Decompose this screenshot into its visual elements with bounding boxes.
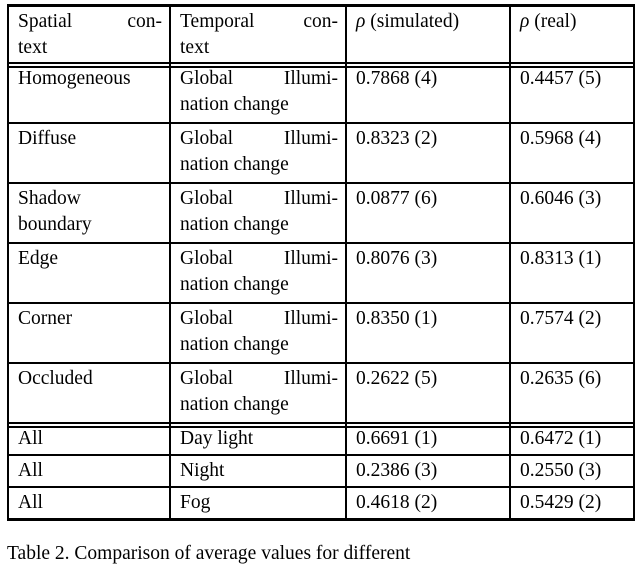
spatial-line-1: Occluded xyxy=(18,368,93,390)
temporal-word-2: Illumi- xyxy=(283,248,338,270)
rho-symbol-simulated: ρ xyxy=(356,11,366,32)
cell-rho-simulated: 0.7868 (4) xyxy=(345,62,511,124)
temporal-line-2: nation change xyxy=(180,394,289,416)
table-body: Homogeneous Global Illumi- nation change … xyxy=(7,62,635,521)
temporal-word-2: Illumi- xyxy=(283,368,338,390)
cell-spatial-context: Homogeneous xyxy=(7,62,171,124)
temporal-line-2: nation change xyxy=(180,154,289,176)
table-row: Edge Global Illumi- nation change 0.8076 … xyxy=(7,242,635,304)
cell-rho-real: 0.7574 (2) xyxy=(509,302,635,364)
temporal-word-2: Illumi- xyxy=(283,68,338,90)
cell-rho-real: 0.5968 (4) xyxy=(509,122,635,184)
spatial-line-1: Homogeneous xyxy=(18,68,131,90)
table-row: Shadow boundary Global Illumi- nation cha… xyxy=(7,182,635,244)
table-row: Diffuse Global Illumi- nation change 0.83… xyxy=(7,122,635,184)
table-header: Spatial con- text Temporal con- text ρ (si… xyxy=(7,4,635,64)
results-table-container: Spatial con- text Temporal con- text ρ (si… xyxy=(7,4,635,521)
cell-rho-real: 0.6472 (1) xyxy=(509,422,635,456)
cell-rho-simulated: 0.2386 (3) xyxy=(345,454,511,487)
cell-temporal-context: Global Illumi- nation change xyxy=(169,362,347,424)
spatial-line-2: boundary xyxy=(18,214,92,236)
temporal-line-2: nation change xyxy=(180,94,289,116)
table-row: All Day light 0.6691 (1) 0.6472 (1) xyxy=(7,422,635,456)
table-row: Corner Global Illumi- nation change 0.835… xyxy=(7,302,635,364)
cell-temporal-context: Global Illumi- nation change xyxy=(169,122,347,184)
temporal-word-2: Illumi- xyxy=(283,188,338,210)
table-row: All Night 0.2386 (3) 0.2550 (3) xyxy=(7,454,635,487)
cell-rho-real: 0.6046 (3) xyxy=(509,182,635,244)
cell-temporal-context: Fog xyxy=(169,485,347,521)
cell-rho-simulated: 0.2622 (5) xyxy=(345,362,511,424)
cell-rho-simulated: 0.8323 (2) xyxy=(345,122,511,184)
cell-rho-real: 0.5429 (2) xyxy=(509,485,635,521)
cell-rho-simulated: 0.8350 (1) xyxy=(345,302,511,364)
table-header-row: Spatial con- text Temporal con- text ρ (si… xyxy=(7,4,635,64)
cell-rho-real: 0.4457 (5) xyxy=(509,62,635,124)
cell-temporal-context: Global Illumi- nation change xyxy=(169,302,347,364)
temporal-word-1: Global xyxy=(180,188,234,210)
cell-spatial-context: All xyxy=(7,422,171,456)
cell-temporal-context: Global Illumi- nation change xyxy=(169,242,347,304)
table-row: Occluded Global Illumi- nation change 0.2… xyxy=(7,362,635,424)
rho-symbol-real: ρ xyxy=(520,11,530,32)
header-temporal-word2: con- xyxy=(303,11,338,32)
cell-rho-simulated: 0.6691 (1) xyxy=(345,422,511,456)
header-spatial-word1: Spatial xyxy=(18,11,73,32)
header-spatial-word2: con- xyxy=(127,11,162,32)
cell-temporal-context: Night xyxy=(169,454,347,487)
table-row: All Fog 0.4618 (2) 0.5429 (2) xyxy=(7,485,635,521)
temporal-word-1: Global xyxy=(180,248,234,270)
temporal-word-1: Global xyxy=(180,308,234,330)
cell-rho-simulated: 0.4618 (2) xyxy=(345,485,511,521)
rho-suffix-real: (real) xyxy=(529,11,577,32)
spatial-line-1: Diffuse xyxy=(18,128,77,150)
table-caption: Table 2. Comparison of average values fo… xyxy=(7,543,411,564)
temporal-line-2: nation change xyxy=(180,274,289,296)
cell-spatial-context: Shadow boundary xyxy=(7,182,171,244)
cell-rho-real: 0.8313 (1) xyxy=(509,242,635,304)
cell-temporal-context: Global Illumi- nation change xyxy=(169,62,347,124)
cell-spatial-context: Diffuse xyxy=(7,122,171,184)
spatial-line-1: Shadow xyxy=(18,188,81,210)
column-header-temporal-context: Temporal con- text xyxy=(169,4,347,64)
cell-rho-real: 0.2635 (6) xyxy=(509,362,635,424)
header-spatial-word3: text xyxy=(18,36,48,58)
cell-spatial-context: All xyxy=(7,485,171,521)
cell-rho-real: 0.2550 (3) xyxy=(509,454,635,487)
cell-spatial-context: All xyxy=(7,454,171,487)
temporal-word-2: Illumi- xyxy=(283,128,338,150)
cell-rho-simulated: 0.8076 (3) xyxy=(345,242,511,304)
spatial-line-1: Edge xyxy=(18,248,59,270)
temporal-word-1: Global xyxy=(180,128,234,150)
cell-spatial-context: Edge xyxy=(7,242,171,304)
column-header-spatial-context: Spatial con- text xyxy=(7,4,171,64)
document-page: Spatial con- text Temporal con- text ρ (si… xyxy=(0,0,640,564)
temporal-word-2: Illumi- xyxy=(283,308,338,330)
header-temporal-word1: Temporal xyxy=(180,11,255,32)
cell-temporal-context: Global Illumi- nation change xyxy=(169,182,347,244)
cell-rho-simulated: 0.0877 (6) xyxy=(345,182,511,244)
temporal-word-1: Global xyxy=(180,68,234,90)
temporal-line-2: nation change xyxy=(180,334,289,356)
results-table: Spatial con- text Temporal con- text ρ (si… xyxy=(7,4,635,521)
temporal-line-2: nation change xyxy=(180,214,289,236)
cell-temporal-context: Day light xyxy=(169,422,347,456)
cell-spatial-context: Corner xyxy=(7,302,171,364)
spatial-line-1: Corner xyxy=(18,308,73,330)
column-header-rho-simulated: ρ (simulated) xyxy=(345,4,511,64)
header-temporal-word3: text xyxy=(180,36,210,58)
cell-spatial-context: Occluded xyxy=(7,362,171,424)
temporal-word-1: Global xyxy=(180,368,234,390)
rho-suffix-simulated: (simulated) xyxy=(365,11,460,32)
table-row: Homogeneous Global Illumi- nation change … xyxy=(7,62,635,124)
column-header-rho-real: ρ (real) xyxy=(509,4,635,64)
